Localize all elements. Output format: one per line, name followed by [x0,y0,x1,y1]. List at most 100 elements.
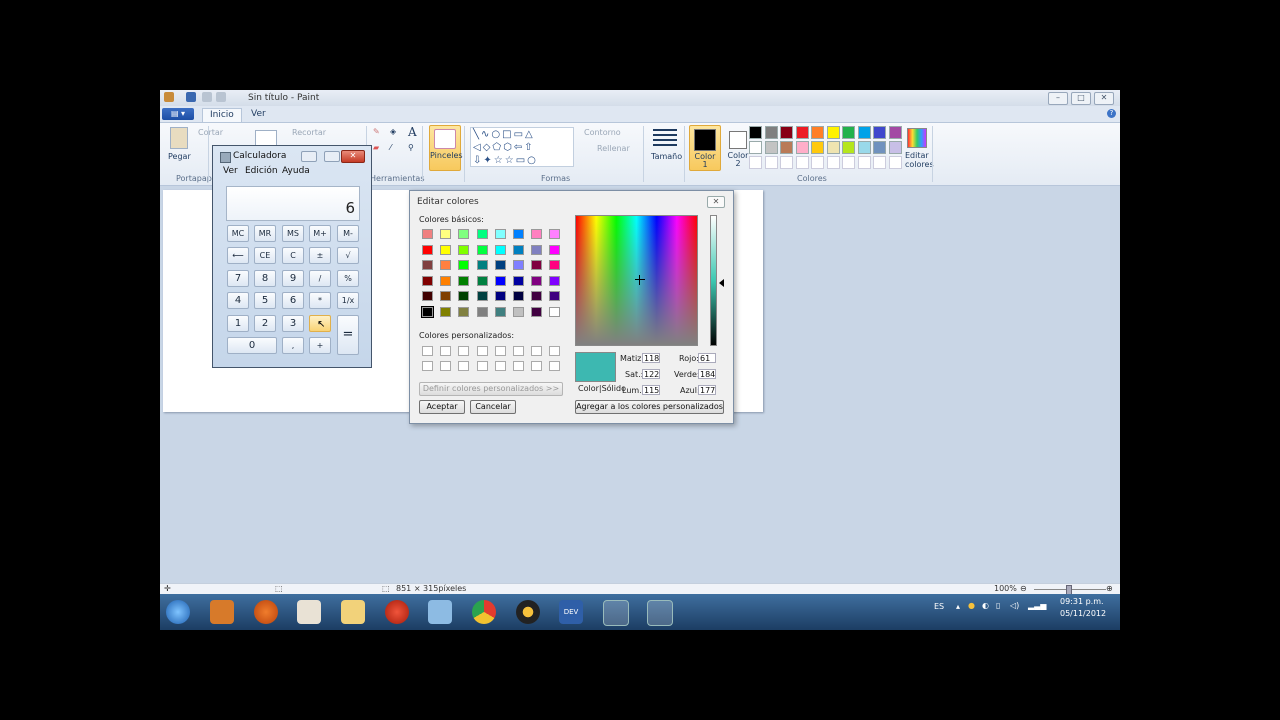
basic-color-swatch[interactable] [494,244,506,255]
key-0[interactable]: 0 [227,337,277,354]
basic-color-swatch[interactable] [513,275,524,286]
custom-color-swatch[interactable] [440,346,452,356]
clock-time[interactable]: 09:31 p.m. [1060,597,1104,606]
key-6[interactable]: 6 [282,292,304,309]
battery-icon[interactable]: ▯ [996,601,1000,610]
basic-color-swatch[interactable] [476,260,488,270]
palette-empty-swatch[interactable] [842,156,855,169]
calc-menu-ver[interactable]: Ver [223,166,238,176]
palette-empty-swatch[interactable] [780,156,793,169]
key-reciprocal[interactable]: 1/x [337,292,359,309]
key-c[interactable]: C [282,247,304,264]
define-custom-colors-button[interactable]: Definir colores personalizados >> [419,382,563,396]
basic-color-swatch[interactable] [513,306,524,317]
taskbar-app-icon[interactable] [428,600,452,624]
custom-color-swatch[interactable] [531,361,543,371]
basic-color-swatch[interactable] [494,291,506,301]
edit-colors-close-button[interactable]: ✕ [707,196,725,208]
size-button[interactable]: Tamaño [651,152,682,161]
media-app-icon[interactable] [516,600,540,624]
close-button[interactable]: ✕ [1094,92,1114,105]
fill-icon[interactable]: ◈ [390,127,396,136]
basic-color-swatch[interactable] [440,260,452,270]
key-mplus[interactable]: M+ [309,225,331,242]
basic-color-swatch[interactable] [549,244,561,255]
basic-color-swatch[interactable] [494,275,506,286]
zoom-out-icon[interactable]: ⊖ [1020,584,1027,593]
key-backspace[interactable]: ⟵ [227,247,249,264]
palette-swatch[interactable] [811,141,824,154]
cancel-button[interactable]: Cancelar [470,400,516,414]
calc-menu-edicion[interactable]: Edición [245,166,278,176]
palette-swatch[interactable] [764,141,778,154]
basic-color-swatch[interactable] [476,291,488,301]
key-8[interactable]: 8 [254,270,276,287]
palette-swatch[interactable] [873,126,886,139]
basic-color-swatch[interactable] [422,291,433,301]
palette-swatch[interactable] [842,141,855,154]
media-player-icon[interactable] [297,600,321,624]
palette-swatch[interactable] [780,126,793,139]
edit-colors-button[interactable]: Editar colores [905,151,934,169]
redo-icon[interactable] [216,92,226,102]
palette-swatch[interactable] [842,126,855,139]
basic-color-swatch[interactable] [549,275,561,286]
lum-input[interactable]: 115 [642,385,660,395]
custom-color-swatch[interactable] [440,361,452,371]
basic-color-swatch[interactable] [440,291,452,301]
basic-color-swatch[interactable] [458,260,470,270]
ok-button[interactable]: Aceptar [419,400,465,414]
key-sqrt[interactable]: √ [337,247,359,264]
luminosity-arrow-icon[interactable] [719,279,724,287]
key-percent[interactable]: % [337,270,359,287]
basic-color-swatch[interactable] [440,306,452,317]
custom-color-swatch[interactable] [494,361,506,371]
taskbar-app-icon[interactable] [210,600,234,624]
add-to-custom-colors-button[interactable]: Agregar a los colores personalizados [575,400,724,414]
brushes-button[interactable]: Pinceles [429,125,463,171]
dev-cpp-icon[interactable]: DEV [559,600,583,624]
key-ms[interactable]: MS [282,225,304,242]
key-plus-minus[interactable]: ± [309,247,331,264]
palette-empty-swatch[interactable] [857,156,871,169]
color-picker-icon[interactable]: ⁄ [390,143,391,152]
key-divide[interactable]: / [309,270,331,287]
basic-color-swatch[interactable] [476,229,488,239]
palette-swatch[interactable] [780,141,793,154]
tab-ver[interactable]: Ver [244,108,273,121]
basic-color-swatch[interactable] [422,229,433,239]
palette-swatch[interactable] [764,126,778,139]
clock-date[interactable]: 05/11/2012 [1060,609,1106,618]
chrome-icon[interactable] [472,600,496,624]
palette-swatch[interactable] [888,126,902,139]
basic-color-swatch[interactable] [458,291,470,301]
palette-swatch[interactable] [857,141,871,154]
key-1[interactable]: 1 [227,315,249,332]
eraser-icon[interactable]: ▰ [373,143,379,152]
calculator-maximize-button[interactable] [324,151,340,162]
sat-input[interactable]: 122 [642,369,660,379]
calculator-close-button[interactable]: ✕ [341,150,365,163]
network-icon[interactable]: ▂▃▅ [1028,601,1046,610]
basic-color-swatch[interactable] [531,260,543,270]
paint-taskbar-icon[interactable] [603,600,629,626]
key-equals[interactable]: = [337,315,359,355]
basic-color-swatch[interactable] [531,275,543,286]
tray-expand-icon[interactable]: ▴ [956,602,960,611]
fill-button[interactable]: Rellenar [597,144,630,153]
palette-swatch[interactable] [795,141,809,154]
outline-button[interactable]: Contorno [584,128,621,137]
basic-color-swatch[interactable] [494,229,506,239]
custom-color-swatch[interactable] [549,346,561,356]
pencil-icon[interactable]: ✎ [373,127,380,136]
basic-color-swatch[interactable] [422,260,433,270]
tray-app-icon[interactable]: ● [968,601,975,610]
paste-button[interactable]: Pegar [168,152,191,161]
custom-color-swatch[interactable] [458,346,470,356]
flash-icon[interactable] [385,600,409,624]
basic-color-swatch[interactable] [549,229,561,239]
basic-color-swatch[interactable] [440,244,452,255]
cut-button[interactable]: Cortar [198,128,223,137]
custom-color-swatch[interactable] [531,346,543,356]
custom-color-swatch[interactable] [422,346,433,356]
